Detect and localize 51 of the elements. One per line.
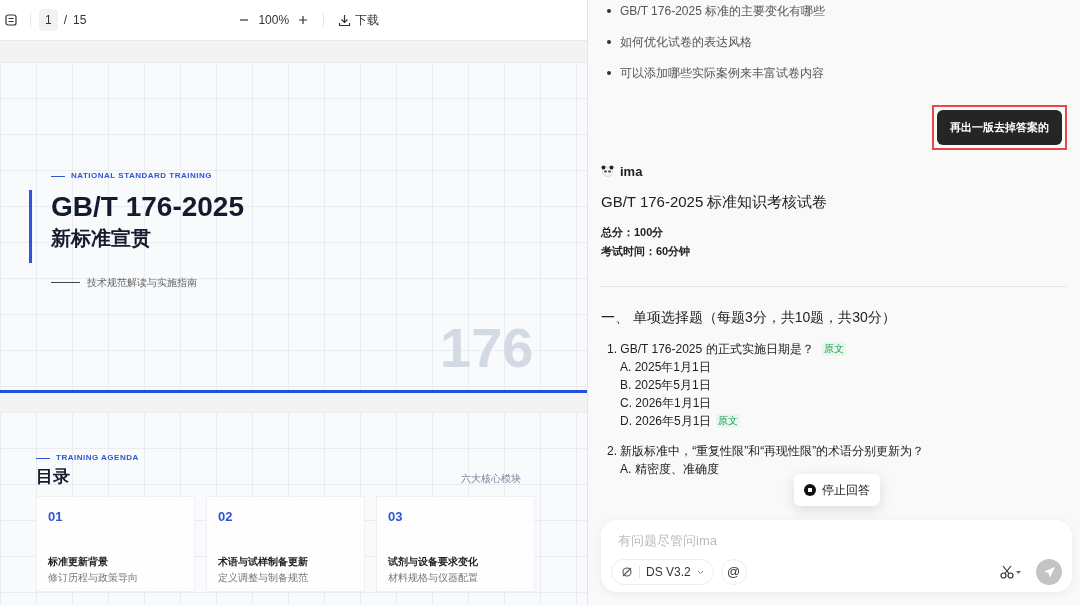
slide-title: GB/T 176-2025 xyxy=(51,190,244,224)
panda-icon xyxy=(601,165,614,178)
question-text: 1. GB/T 176-2025 的正式实施日期是？ xyxy=(607,340,814,358)
page-number-field[interactable]: 1 xyxy=(39,9,58,31)
download-icon xyxy=(338,13,352,27)
card-number: 02 xyxy=(218,507,234,526)
meta-line: 总分：100分 xyxy=(601,224,665,240)
option-text: A. 精密度、准确度 xyxy=(620,460,719,478)
bullet-icon xyxy=(607,8,611,13)
scissors-icon[interactable] xyxy=(1000,565,1022,579)
suggestion-link[interactable]: 可以添加哪些实际案例来丰富试卷内容 xyxy=(620,63,824,82)
stop-button[interactable]: 停止回答 xyxy=(794,474,880,506)
card-number: 03 xyxy=(388,507,404,526)
card-title: 试剂与设备要求变化 xyxy=(388,555,479,569)
zoom-in-icon[interactable] xyxy=(297,14,310,26)
bullet-icon xyxy=(607,70,611,75)
card-description: 修订历程与政策导向 xyxy=(48,571,139,585)
option-text: B. 2025年5月1日 xyxy=(620,376,711,394)
send-icon xyxy=(1042,565,1056,579)
stop-icon xyxy=(804,484,816,496)
chat-input-field[interactable]: 有问题尽管问ima DS V3.2 @ xyxy=(601,520,1072,592)
slide-tagline: 技术规范解读与实施指南 xyxy=(87,276,197,290)
section-heading: 一、 单项选择题（每题3分，共10题，共30分） xyxy=(601,307,897,327)
slide-title: 目录 xyxy=(36,466,70,488)
model-icon xyxy=(621,566,633,578)
slide-note: 六大核心模块 xyxy=(461,471,521,486)
option-text: A. 2025年1月1日 xyxy=(620,358,711,376)
slide-subtitle: 新标准宣贯 xyxy=(51,226,152,251)
page-total: 15 xyxy=(73,12,87,29)
caret-icon xyxy=(696,569,704,575)
answer-title: GB/T 176-2025 标准知识考核试卷 xyxy=(601,192,829,212)
card-description: 定义调整与制备规范 xyxy=(218,571,309,585)
option-text: D. 2026年5月1日 xyxy=(620,412,712,430)
card-description: 材料规格与仪器配置 xyxy=(388,571,479,585)
meta-line: 考试时间：60分钟 xyxy=(601,244,692,259)
suggestion-link[interactable]: GB/T 176-2025 标准的主要变化有哪些 xyxy=(620,1,826,20)
slide-eyebrow: TRAINING AGENDA xyxy=(56,452,139,464)
bullet-icon xyxy=(607,39,611,44)
zoom-level: 100% xyxy=(258,12,290,29)
page-separator: / xyxy=(63,12,68,29)
card-title: 术语与试样制备更新 xyxy=(218,555,309,569)
question-text: 2. 新版标准中，“重复性限”和“再现性限”的术语分别更新为？ xyxy=(607,442,925,460)
assistant-name: ima xyxy=(620,162,643,181)
sidebar-toggle-icon[interactable] xyxy=(4,13,18,27)
card-title: 标准更新背景 xyxy=(48,555,109,569)
download-button[interactable]: 下载 xyxy=(338,11,380,29)
slide-eyebrow: NATIONAL STANDARD TRAINING xyxy=(71,170,212,182)
option-text: C. 2026年1月1日 xyxy=(620,394,712,412)
card-number: 01 xyxy=(48,507,64,526)
user-message-bubble: 再出一版去掉答案的 xyxy=(937,110,1062,145)
suggestion-link[interactable]: 如何优化试卷的表达风格 xyxy=(620,32,752,51)
